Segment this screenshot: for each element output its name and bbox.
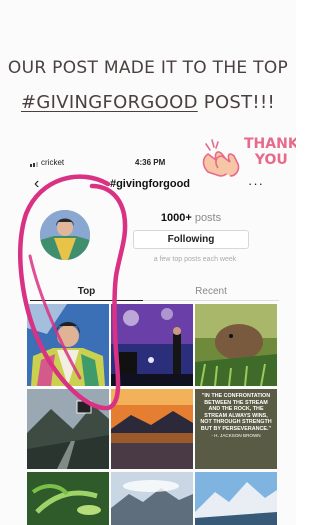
grid-tile[interactable] xyxy=(111,304,193,386)
signal-icon xyxy=(30,158,39,168)
status-bar: cricket 4:36 PM xyxy=(30,158,270,170)
quote-tile[interactable]: "IN THE CONFRONTATION BETWEEN THE STREAM… xyxy=(195,389,277,469)
hashtag-text: #GIVINGFORGOOD xyxy=(21,92,198,113)
hashtag-avatar xyxy=(40,210,90,260)
tab-divider xyxy=(143,300,279,301)
top-posts-caption: a few top posts each week xyxy=(153,256,237,263)
following-button[interactable]: Following xyxy=(133,230,249,249)
thank-you-sticker: THANK YOU xyxy=(198,134,296,178)
tab-top-underline xyxy=(30,300,143,301)
headline-line2: #GIVINGFORGOOD POST!!! xyxy=(0,92,296,113)
grid-tile[interactable] xyxy=(27,389,109,469)
status-time: 4:36 PM xyxy=(135,158,166,167)
headline-suffix: POST!!! xyxy=(197,92,275,113)
grid-tile[interactable] xyxy=(27,304,109,386)
story-screen: OUR POST MADE IT TO THE TOP #GIVINGFORGO… xyxy=(0,0,296,525)
quote-text: "IN THE CONFRONTATION BETWEEN THE STREAM… xyxy=(200,393,272,438)
carrier: cricket xyxy=(30,158,64,168)
grid-tile[interactable] xyxy=(195,472,277,525)
grid-tile[interactable] xyxy=(111,389,193,469)
more-options-icon[interactable]: ··· xyxy=(248,176,264,191)
headline-line1: OUR POST MADE IT TO THE TOP xyxy=(7,58,289,78)
grid-tile[interactable] xyxy=(111,472,193,525)
grid-tile[interactable] xyxy=(27,472,109,525)
grid-tile[interactable] xyxy=(195,304,277,386)
nav-bar: ‹ #givingforgood ··· xyxy=(30,176,270,194)
posts-count: 1000+ posts xyxy=(160,212,222,224)
page-title: #givingforgood xyxy=(109,178,191,190)
